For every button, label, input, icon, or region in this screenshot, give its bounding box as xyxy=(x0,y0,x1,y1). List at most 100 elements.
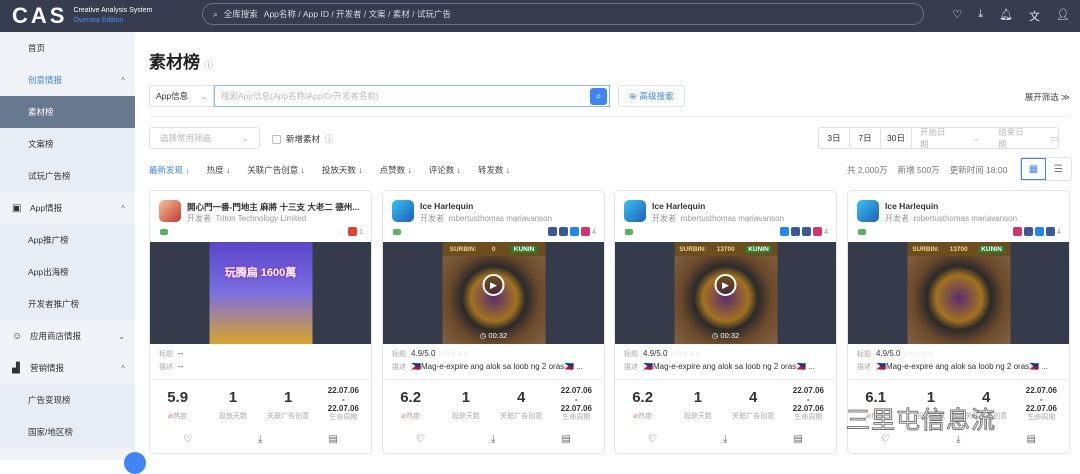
detail-icon[interactable]: ▤ xyxy=(794,434,803,445)
sidebar-item[interactable]: 国家/地区榜 xyxy=(0,416,135,448)
media-preview[interactable]: 玩腾扁 1600萬 xyxy=(150,242,371,344)
download-icon[interactable]: ⤓ xyxy=(723,434,727,445)
advanced-search-button[interactable]: ⊕ 高级搜索 xyxy=(618,85,685,107)
sidebar-item[interactable]: 创意情报 ^ xyxy=(0,64,135,96)
info-icon[interactable]: ⓘ xyxy=(204,60,213,70)
chevron-up-icon: ^ xyxy=(121,203,125,213)
rating-stars: ☆☆☆☆☆ xyxy=(669,351,702,358)
app-icon[interactable] xyxy=(624,200,646,222)
download-icon[interactable]: ⤓ xyxy=(491,434,495,445)
top-bar: CAS Creative Analysis System Oversea Edit… xyxy=(0,0,1080,32)
download-icon[interactable]: ⤓ xyxy=(258,434,262,445)
ad-desc: 描述 🇵🇭Mag-e-expire ang alok sa loob ng 2 o… xyxy=(392,362,584,371)
favorite-icon[interactable]: ♡ xyxy=(183,434,192,445)
expand-filters-button[interactable]: 展开筛选 ≫ xyxy=(1025,91,1070,103)
sidebar-item[interactable]: ▟ 营销情报 ^ xyxy=(0,352,135,384)
translate-icon[interactable]: 文 xyxy=(1029,8,1040,24)
new-material-checkbox[interactable]: 新增素材 ⓘ xyxy=(272,133,334,145)
user-icon[interactable]: 👤︎ xyxy=(1056,8,1070,24)
sidebar-item[interactable]: 试玩广告榜 xyxy=(0,160,135,192)
material-thumbnail[interactable]: SURBIN: 13700 KUNIN ▶ ◷ 00:32 xyxy=(674,242,777,344)
favorite-icon[interactable]: ♡ xyxy=(881,434,890,445)
app-name[interactable]: Ice Harlequin xyxy=(420,201,595,211)
sidebar-item[interactable]: 首页 xyxy=(0,32,135,64)
sidebar-item[interactable]: 广告变现榜 xyxy=(0,384,135,416)
logo[interactable]: CAS xyxy=(12,3,67,29)
app-name[interactable]: 開心門一番-門地主 麻將 十三支 大老二 德州... xyxy=(187,201,362,213)
search-button[interactable]: ⌕ xyxy=(590,88,607,105)
favorite-icon[interactable]: ♡ xyxy=(648,434,657,445)
sidebar-item[interactable]: ☺ 应用商店情报 ⌄ xyxy=(0,320,135,352)
heat-stat: 6.2 🔥︎热度 xyxy=(400,389,422,420)
page-title: 素材榜 ⓘ xyxy=(149,53,214,72)
instagram-icon xyxy=(1012,227,1022,236)
download-icon[interactable]: ⤓ xyxy=(956,434,960,445)
range-30d[interactable]: 30日 xyxy=(881,128,912,148)
facebook-icon xyxy=(1023,227,1033,236)
media-preview[interactable]: SURBIN: 0 KUNIN ▶ ◷ 00:32 xyxy=(383,242,604,344)
material-thumbnail[interactable]: SURBIN: 13700 KUNIN xyxy=(907,242,1010,344)
favorite-icon[interactable]: ♡ xyxy=(416,434,425,445)
range-3d[interactable]: 3日 xyxy=(819,128,850,148)
range-7d[interactable]: 7日 xyxy=(850,128,881,148)
floating-help-button[interactable] xyxy=(124,452,146,474)
watermark: 三里屯信息流 xyxy=(846,407,996,435)
detail-icon[interactable]: ▤ xyxy=(562,434,571,445)
platforms: 1 xyxy=(347,227,363,236)
app-icon[interactable] xyxy=(857,200,879,222)
app-icon[interactable] xyxy=(159,200,181,222)
app-name[interactable]: Ice Harlequin xyxy=(885,201,1060,211)
sort-option[interactable]: 热度 ↓ xyxy=(207,164,231,176)
common-filter-select[interactable]: 选择常用筛选 ⌄ xyxy=(149,127,260,149)
search-input[interactable]: 搜索App信息(App名称/AppID/开发者名称) ⌕ xyxy=(214,85,610,107)
platforms: 4 xyxy=(779,227,828,236)
sort-option[interactable]: 转发数 ↓ xyxy=(478,164,510,176)
ad-desc: 描述 -- xyxy=(159,362,184,371)
sidebar-item[interactable]: 素材榜 xyxy=(0,96,135,128)
play-button[interactable]: ▶ xyxy=(482,273,505,296)
sort-option[interactable]: 评论数 ↓ xyxy=(429,164,461,176)
sidebar-item[interactable]: App出海榜 xyxy=(0,256,135,288)
play-button[interactable]: ▶ xyxy=(714,273,737,296)
heart-icon[interactable]: ♡ xyxy=(952,8,962,24)
detail-icon[interactable]: ▤ xyxy=(329,434,338,445)
bell-icon[interactable]: 🔔︎ xyxy=(999,8,1013,24)
global-search[interactable]: ⌕ 全库搜索 App名称 / App ID / 开发者 / 文案 / 素材 / 试玩… xyxy=(202,3,924,25)
app-name[interactable]: Ice Harlequin xyxy=(652,201,827,211)
platforms: 4 xyxy=(1012,227,1061,236)
sidebar-item[interactable]: ▣ App情报 ^ xyxy=(0,192,135,224)
android-icon xyxy=(858,229,866,235)
list-view-icon[interactable]: ☰ xyxy=(1046,158,1071,180)
material-card[interactable]: 開心門一番-門地主 麻將 十三支 大老二 德州... 开发者 Triton Te… xyxy=(149,190,372,454)
sort-option[interactable]: 最新发现 ↓ xyxy=(149,164,190,176)
material-card[interactable]: Ice Harlequin 开发者 robertusthomas mariava… xyxy=(382,190,605,454)
sort-option[interactable]: 点赞数 ↓ xyxy=(380,164,412,176)
developer: 开发者 robertusthomas mariavanson xyxy=(652,214,785,223)
lifecycle-stat: 22.07.06-22.07.06 生命周期 xyxy=(327,386,359,421)
sidebar-item[interactable]: 文案榜 xyxy=(0,128,135,160)
search-type-select[interactable]: App信息 ⌄ xyxy=(149,85,214,107)
ad-desc: 描述 🇵🇭Mag-e-expire ang alok sa loob ng 2 o… xyxy=(857,362,1049,371)
chevron-down-icon: ⌄ xyxy=(241,132,249,143)
material-thumbnail[interactable]: SURBIN: 0 KUNIN ▶ ◷ 00:32 xyxy=(442,242,545,344)
heat-stat: 5.9 🔥︎热度 xyxy=(167,389,189,420)
messenger-icon xyxy=(569,227,579,236)
date-range-picker[interactable]: 开始日期 → 结束日期 ▭ xyxy=(912,127,1058,149)
detail-icon[interactable]: ▤ xyxy=(1027,434,1036,445)
instagram-icon xyxy=(580,227,590,236)
sort-option[interactable]: 关联广告创意 ↓ xyxy=(247,164,305,176)
app-icon[interactable] xyxy=(392,200,414,222)
date-filter: 3日 7日 30日 开始日期 → 结束日期 ▭ xyxy=(818,127,1059,149)
media-preview[interactable]: SURBIN: 13700 KUNIN ▶ ◷ 00:32 xyxy=(615,242,836,344)
media-preview[interactable]: SURBIN: 13700 KUNIN xyxy=(848,242,1069,344)
download-icon[interactable]: ⤓ xyxy=(978,8,983,24)
material-thumbnail[interactable]: 玩腾扁 1600萬 xyxy=(209,242,312,344)
heat-stat: 6.2 🔥︎热度 xyxy=(632,389,654,420)
grid-view-icon[interactable]: ▦ xyxy=(1021,158,1046,180)
material-card[interactable]: Ice Harlequin 开发者 robertusthomas mariava… xyxy=(614,190,837,454)
sidebar-item[interactable]: App推广榜 xyxy=(0,224,135,256)
developer: 开发者 Triton Technology Limited xyxy=(187,214,307,223)
sidebar-item[interactable]: 开发者推广榜 xyxy=(0,288,135,320)
sort-option[interactable]: 投放天数 ↓ xyxy=(322,164,363,176)
lifecycle-stat: 22.07.06-22.07.06 生命周期 xyxy=(792,386,824,421)
